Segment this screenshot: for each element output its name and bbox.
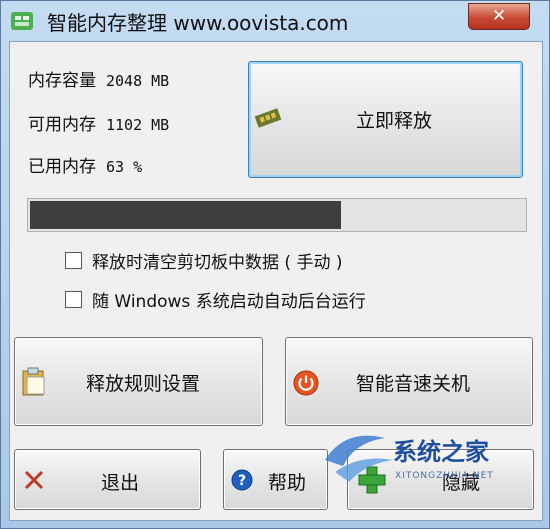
autostart-option[interactable]: 随 Windows 系统启动自动后台运行 — [65, 287, 366, 312]
help-label: 帮助 — [268, 472, 307, 494]
window-title: 智能内存整理 www.oovista.com — [47, 11, 349, 35]
used-memory-label: 已用内存 — [28, 157, 96, 177]
release-now-button[interactable]: 立即释放 — [248, 61, 523, 178]
smart-shutdown-label: 智能音速关机 — [356, 373, 471, 395]
total-memory-label: 内存容量 — [28, 71, 96, 91]
available-memory-value: 1102 MB — [106, 116, 170, 134]
total-memory-row: 内存容量 2048 MB — [28, 66, 169, 91]
exit-label: 退出 — [101, 472, 140, 494]
hide-button[interactable]: 隐藏 — [347, 449, 534, 510]
smart-shutdown-button[interactable]: 智能音速关机 — [285, 337, 533, 426]
clear-clipboard-label: 释放时清空剪切板中数据 ( 手动 ) — [92, 253, 343, 273]
plus-icon — [358, 466, 386, 494]
hide-label: 隐藏 — [442, 472, 481, 494]
total-memory-value: 2048 MB — [106, 72, 170, 90]
release-rules-button[interactable]: 释放规则设置 — [14, 337, 263, 426]
clipboard-icon — [22, 367, 45, 396]
power-icon — [293, 370, 319, 396]
release-now-label: 立即释放 — [356, 110, 433, 132]
available-memory-row: 可用内存 1102 MB — [28, 110, 169, 135]
clear-clipboard-option[interactable]: 释放时清空剪切板中数据 ( 手动 ) — [65, 248, 342, 273]
app-logo-icon — [11, 12, 33, 30]
help-icon: ? — [231, 469, 253, 491]
close-icon: ✕ — [491, 6, 507, 26]
svg-text:?: ? — [238, 473, 246, 489]
memory-usage-bar — [27, 198, 527, 232]
release-rules-label: 释放规则设置 — [86, 373, 201, 395]
available-memory-label: 可用内存 — [28, 115, 96, 135]
clear-clipboard-checkbox[interactable] — [65, 252, 82, 269]
memory-usage-fill — [30, 201, 341, 229]
autostart-label: 随 Windows 系统启动自动后台运行 — [92, 292, 366, 312]
exit-button[interactable]: 退出 — [14, 449, 201, 510]
title-bar[interactable]: 智能内存整理 www.oovista.com ✕ — [1, 1, 549, 41]
help-button[interactable]: ? 帮助 — [223, 449, 328, 510]
memory-chip-icon — [254, 108, 282, 128]
close-x-icon — [24, 470, 44, 490]
app-window: 智能内存整理 www.oovista.com ✕ 内存容量 2048 MB 可用内… — [0, 0, 550, 529]
autostart-checkbox[interactable] — [65, 291, 82, 308]
used-memory-row: 已用内存 63 % — [28, 152, 142, 177]
used-memory-value: 63 % — [106, 158, 143, 176]
close-button[interactable]: ✕ — [468, 3, 530, 30]
client-area: 内存容量 2048 MB 可用内存 1102 MB 已用内存 63 % 立即释放 释放… — [9, 41, 543, 521]
